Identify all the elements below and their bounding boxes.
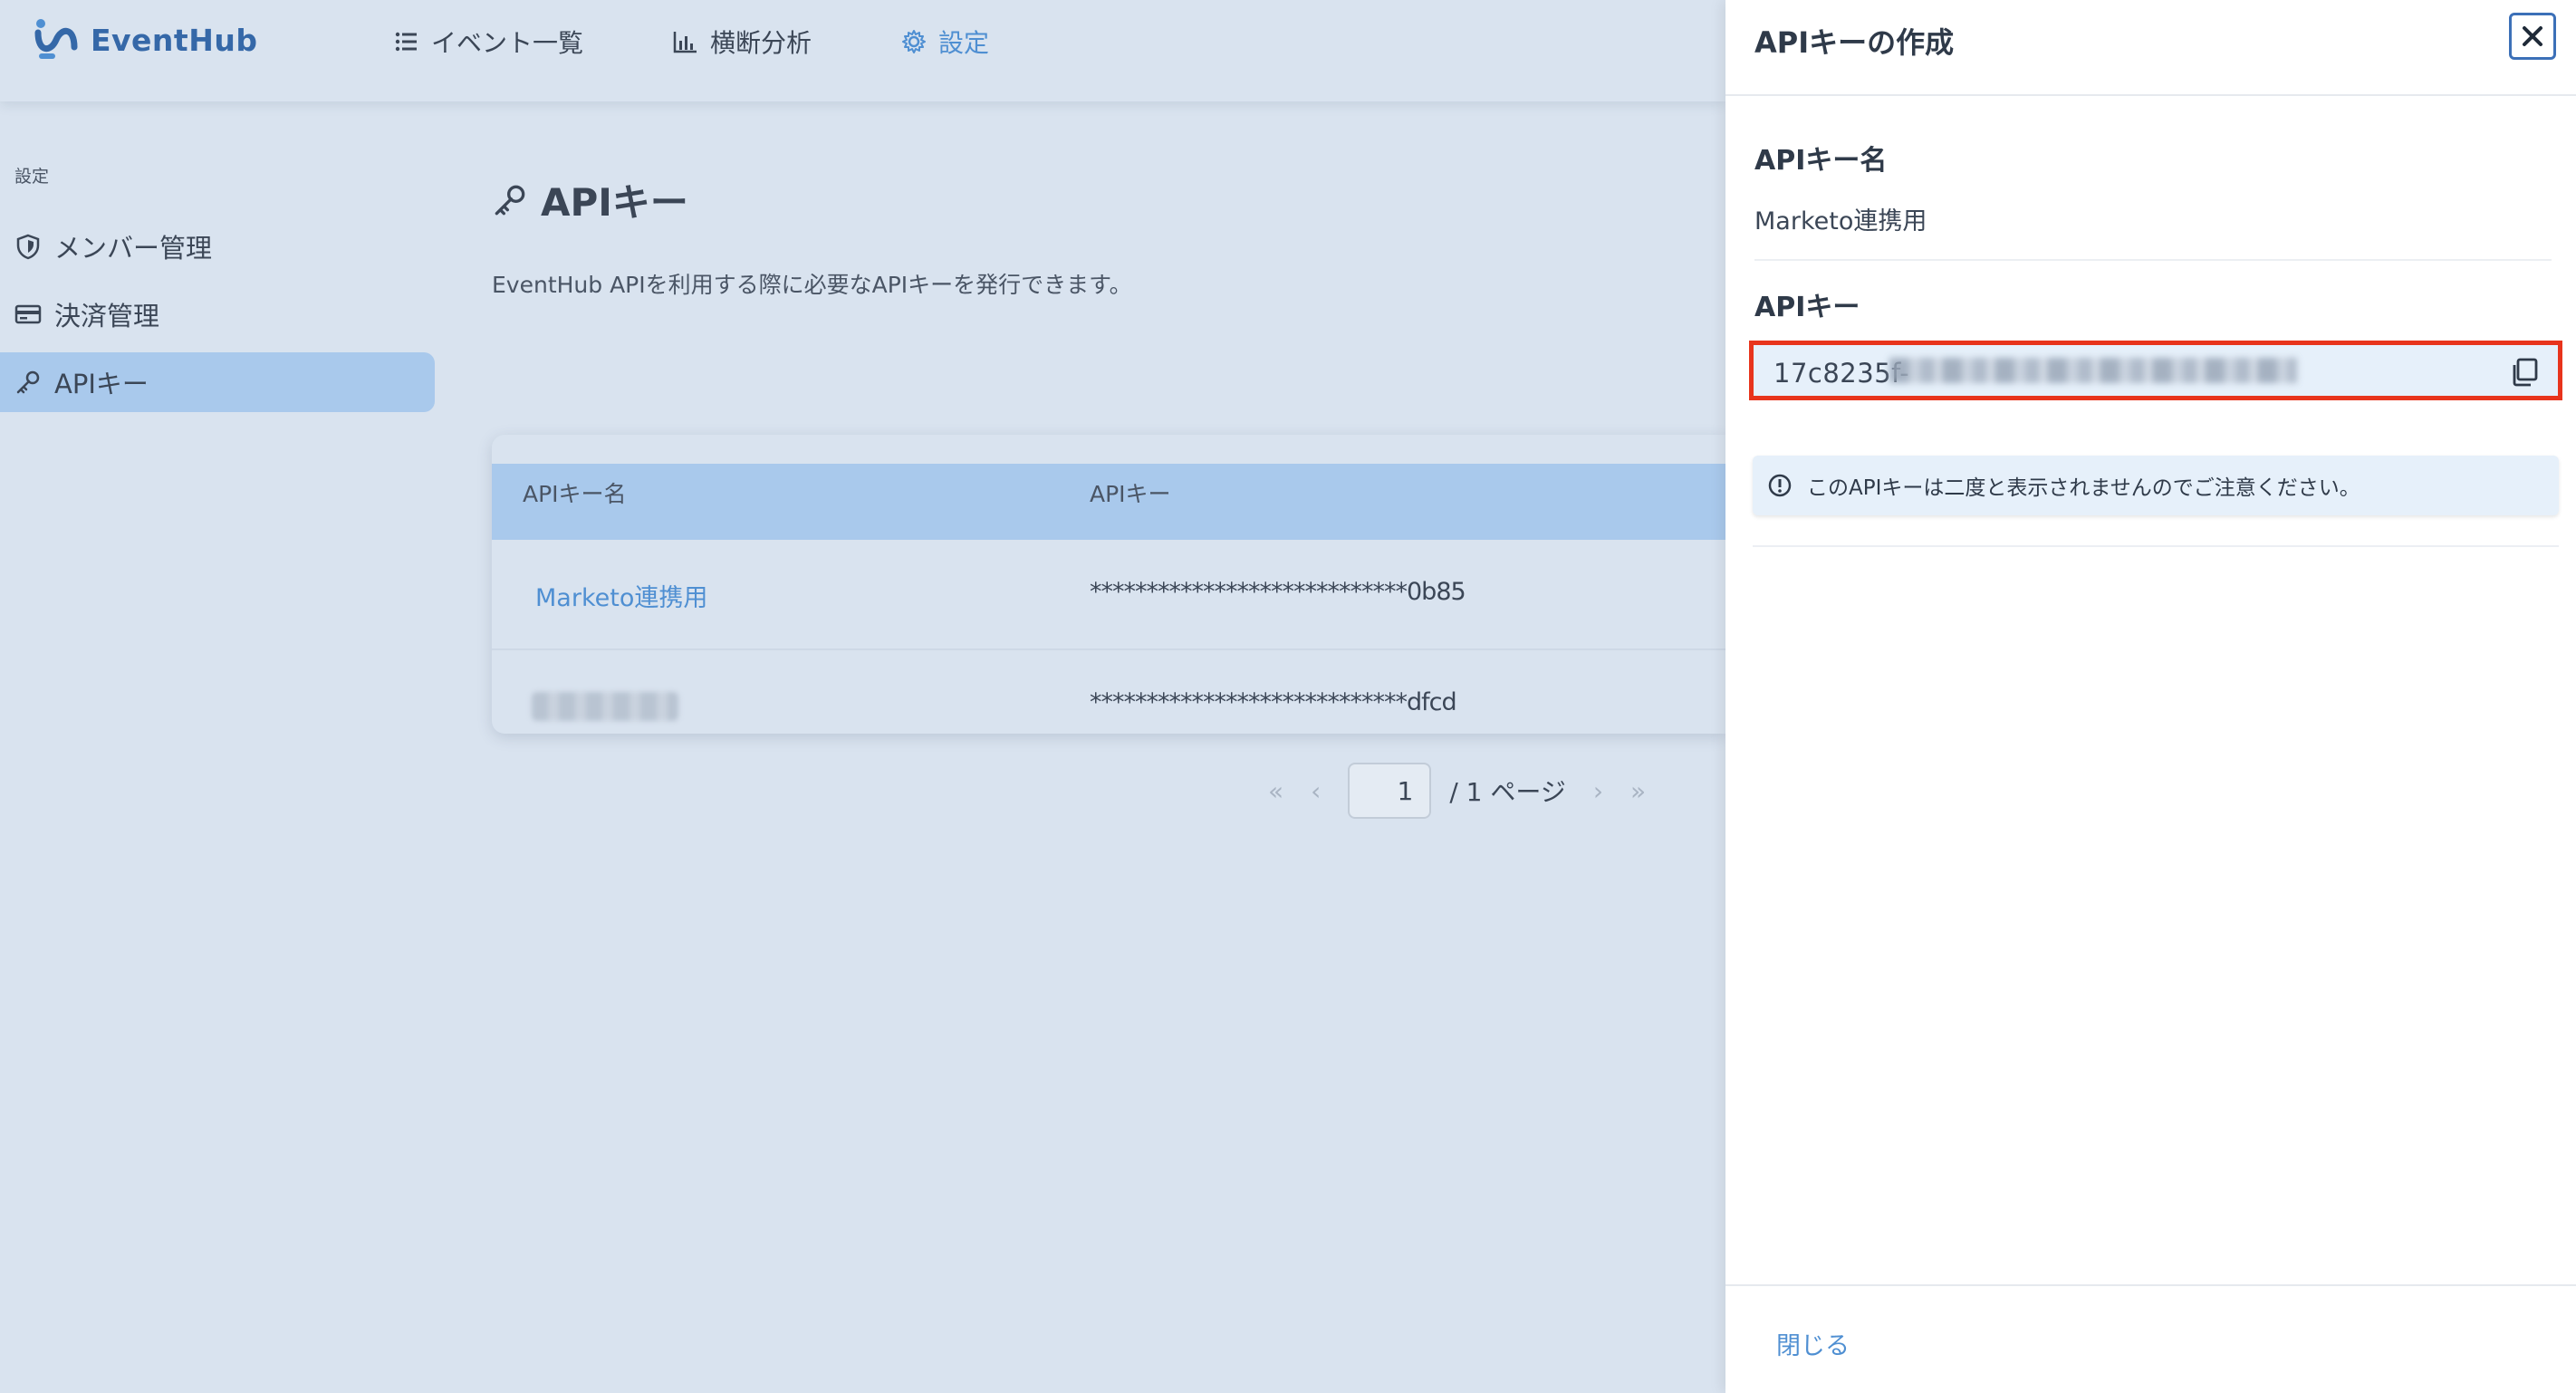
- list-icon: [395, 32, 417, 52]
- key-icon: [495, 185, 525, 215]
- settings-sidebar: 設定 メンバー管理 決済管理 APIキー: [0, 163, 435, 420]
- app-name: EventHub: [91, 22, 258, 58]
- eventhub-logo-icon: [34, 19, 78, 59]
- alert-circle-icon: [1768, 474, 1792, 497]
- api-key-masked: ****************************0b85: [1090, 578, 1466, 606]
- drawer-header: APIキーの作成: [1725, 0, 2576, 96]
- divider: [1754, 259, 2552, 261]
- warning-notice: このAPIキーは二度と表示されませんのでご注意ください。: [1753, 456, 2559, 515]
- column-header-key: APIキー: [1090, 481, 1171, 507]
- page-count-text: / 1 ページ: [1449, 777, 1566, 807]
- nav-item-label: 横断分析: [710, 28, 812, 58]
- next-page-icon[interactable]: ›: [1593, 776, 1603, 806]
- api-key-redacted: [1889, 358, 2297, 383]
- page-number-input[interactable]: 1: [1348, 763, 1432, 819]
- api-key-table: APIキー名 APIキー Marketo連携用 ****************…: [492, 435, 1725, 734]
- divider: [1753, 545, 2559, 547]
- shield-icon: [16, 234, 40, 260]
- drawer-footer: 閉じる: [1725, 1284, 2576, 1393]
- copy-icon[interactable]: [2509, 356, 2542, 389]
- nav-item-label: イベント一覧: [431, 28, 584, 58]
- page-description: EventHub APIを利用する際に必要なAPIキーを発行できます。: [492, 272, 1132, 298]
- column-header-name: APIキー名: [523, 481, 627, 507]
- table-row: ****************************dfcd: [492, 650, 1725, 734]
- api-key-label: APIキー: [1754, 292, 1860, 323]
- sidebar-item-label: APIキー: [54, 369, 149, 399]
- api-key-name-link-redacted[interactable]: [532, 692, 678, 721]
- api-key-field[interactable]: 17c8235f-: [1749, 341, 2562, 400]
- nav-item-label: 設定: [938, 28, 990, 58]
- close-link-button[interactable]: 閉じる: [1776, 1326, 1850, 1361]
- api-key-name-label: APIキー名: [1754, 145, 1888, 177]
- sidebar-heading: 設定: [14, 167, 50, 187]
- page-title: APIキー: [492, 172, 1724, 227]
- sidebar-item-members[interactable]: メンバー管理: [0, 216, 435, 276]
- nav-item-analysis[interactable]: 横断分析: [672, 22, 812, 62]
- main-nav: イベント一覧 横断分析 設定: [393, 22, 1078, 62]
- sidebar-item-api-keys[interactable]: APIキー: [0, 352, 435, 412]
- drawer-title: APIキーの作成: [1754, 25, 1955, 60]
- api-key-name-value: Marketo連携用: [1754, 207, 1927, 235]
- warning-text: このAPIキーは二度と表示されませんのでご注意ください。: [1807, 476, 2360, 500]
- last-page-icon[interactable]: »: [1630, 776, 1646, 806]
- pagination: « ‹ 1 / 1 ページ › »: [1268, 763, 1646, 819]
- gear-icon: [902, 30, 927, 53]
- nav-item-events[interactable]: イベント一覧: [393, 22, 583, 62]
- api-key-name-link[interactable]: Marketo連携用: [535, 578, 707, 613]
- bar-chart-icon: [673, 32, 697, 53]
- credit-card-icon: [14, 304, 42, 324]
- prev-page-icon[interactable]: ‹: [1311, 776, 1321, 806]
- api-key-masked: ****************************dfcd: [1090, 688, 1457, 716]
- close-icon: [2523, 26, 2542, 46]
- first-page-icon[interactable]: «: [1268, 776, 1283, 806]
- sidebar-item-billing[interactable]: 決済管理: [0, 284, 435, 344]
- top-navigation-bar: EventHub イベント一覧 横断分析 設定: [0, 0, 1725, 101]
- sidebar-item-label: 決済管理: [54, 301, 160, 331]
- sidebar-item-label: メンバー管理: [54, 233, 213, 264]
- nav-item-settings[interactable]: 設定: [900, 22, 989, 62]
- key-icon: [16, 370, 40, 394]
- table-row: Marketo連携用 ****************************0…: [492, 540, 1725, 650]
- app-logo[interactable]: EventHub: [33, 16, 257, 63]
- page-title-text: APIキー: [541, 180, 688, 225]
- close-button[interactable]: [2509, 13, 2556, 60]
- create-api-key-drawer: APIキーの作成 APIキー名 Marketo連携用 APIキー 17c8235…: [1725, 0, 2576, 1393]
- main-content: APIキー EventHub APIを利用する際に必要なAPIキーを発行できます…: [492, 172, 1724, 300]
